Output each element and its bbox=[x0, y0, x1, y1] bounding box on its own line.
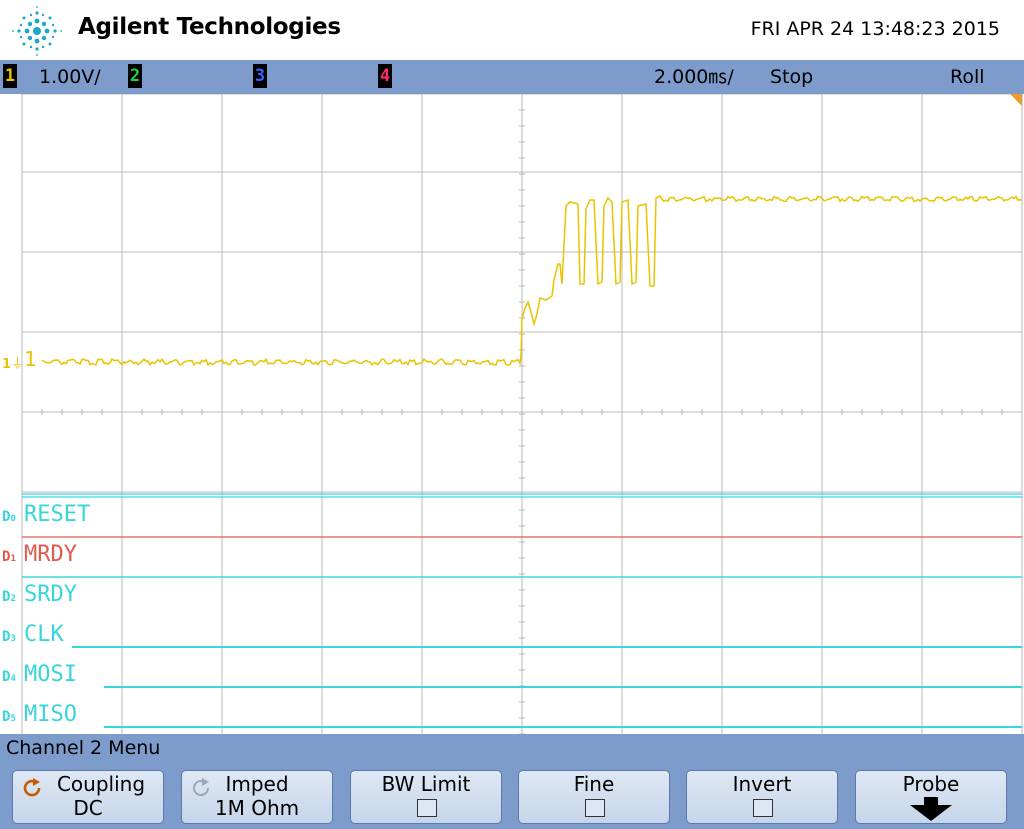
channel-3-indicator[interactable]: 3 bbox=[253, 64, 267, 88]
channel-1-indicator[interactable]: 1 bbox=[3, 64, 17, 88]
bw-limit-label: BW Limit bbox=[381, 772, 471, 796]
invert-softkey[interactable]: Invert bbox=[686, 770, 838, 824]
digital-index: 0 bbox=[10, 514, 16, 524]
digital-index: 2 bbox=[10, 594, 16, 604]
channel-4-indicator[interactable]: 4 bbox=[378, 64, 392, 88]
imped-label: Imped bbox=[225, 772, 289, 796]
digital-name: MOSI bbox=[24, 662, 77, 687]
header-bar: Agilent Technologies FRI APR 24 13:48:23… bbox=[0, 0, 1024, 60]
digital-index: 1 bbox=[10, 554, 16, 564]
digital-label-mrdy[interactable]: D1 MRDY bbox=[2, 542, 77, 567]
channel-1-ground-marker[interactable]: 1⏚1 bbox=[2, 347, 37, 373]
channel-1-scale: 1.00V/ bbox=[39, 66, 101, 88]
fine-label: Fine bbox=[573, 772, 615, 796]
invert-checkbox[interactable] bbox=[753, 799, 773, 817]
brand-name: Agilent Technologies bbox=[78, 14, 341, 40]
bw-limit-softkey[interactable]: BW Limit bbox=[350, 770, 502, 824]
digital-index: 3 bbox=[10, 634, 16, 644]
menu-title: Channel 2 Menu bbox=[6, 737, 161, 759]
channel-1-trace bbox=[41, 195, 1023, 367]
probe-softkey[interactable]: Probe bbox=[855, 770, 1007, 824]
digital-name: RESET bbox=[24, 502, 91, 527]
imped-softkey[interactable]: Imped 1M Ohm bbox=[181, 770, 333, 824]
digital-label-reset[interactable]: D0 RESET bbox=[2, 502, 90, 527]
digital-name: MRDY bbox=[24, 542, 77, 567]
probe-label: Probe bbox=[902, 772, 960, 796]
fine-checkbox[interactable] bbox=[585, 799, 605, 817]
digital-name: CLK bbox=[24, 622, 64, 647]
acquisition-mode: Roll bbox=[950, 66, 985, 88]
waveform-canvas bbox=[21, 94, 1023, 734]
invert-label: Invert bbox=[732, 772, 792, 796]
digital-name: MISO bbox=[24, 702, 77, 727]
agilent-spark-logo-icon bbox=[12, 6, 62, 56]
run-state: Stop bbox=[770, 66, 814, 88]
graticule-ticks bbox=[21, 94, 1023, 734]
digital-name: SRDY bbox=[24, 582, 77, 607]
coupling-label: Coupling bbox=[56, 772, 146, 796]
channel-2-indicator[interactable]: 2 bbox=[128, 64, 142, 88]
coupling-value: DC bbox=[73, 796, 103, 820]
imped-value: 1M Ohm bbox=[214, 796, 300, 820]
bw-limit-checkbox[interactable] bbox=[417, 799, 437, 817]
waveform-display[interactable]: 1⏚1 D0 RESET D1 MRDY D2 SRDY D3 CLK D4 MOSI D5 MISO bbox=[0, 94, 1024, 734]
digital-label-mosi[interactable]: D4 MOSI bbox=[2, 662, 77, 687]
digital-label-srdy[interactable]: D2 SRDY bbox=[2, 582, 77, 607]
trigger-position-marker bbox=[1010, 94, 1022, 106]
datetime: FRI APR 24 13:48:23 2015 bbox=[750, 18, 1000, 40]
digital-label-clk[interactable]: D3 CLK bbox=[2, 622, 64, 647]
timebase-scale: 2.000㎳/ bbox=[654, 66, 734, 88]
softkey-menu-bar: Channel 2 Menu Coupling DC Imped 1M Ohm … bbox=[0, 734, 1024, 829]
down-arrow-icon bbox=[910, 797, 952, 821]
digital-index: 5 bbox=[10, 714, 16, 724]
digital-index: 4 bbox=[10, 674, 16, 684]
status-bar: 1 1.00V/ 2 3 4 2.000㎳/ Stop Roll bbox=[0, 60, 1024, 148]
digital-label-miso[interactable]: D5 MISO bbox=[2, 702, 77, 727]
coupling-softkey[interactable]: Coupling DC bbox=[12, 770, 164, 824]
fine-softkey[interactable]: Fine bbox=[518, 770, 670, 824]
